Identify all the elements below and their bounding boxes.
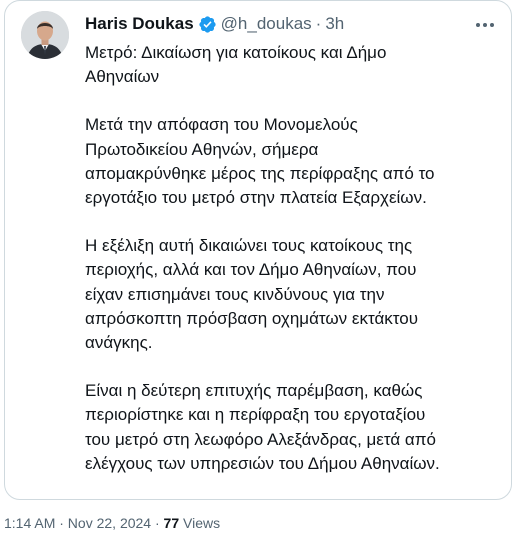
tweet-header: Haris Doukas @h_doukas · 3h — [85, 13, 344, 35]
views-label: Views — [179, 515, 221, 531]
author-name[interactable]: Haris Doukas — [85, 13, 194, 35]
text-line: Αθηναίων — [85, 67, 160, 87]
separator-dot: · — [315, 14, 322, 33]
views-count: 77 — [163, 515, 180, 531]
tweet-paragraph: Μετά την απόφαση του Μονομελούς Πρωτοδικ… — [85, 113, 505, 210]
tweet-card[interactable]: Haris Doukas @h_doukas · 3h Μετρό: Δικαί… — [4, 0, 512, 500]
text-line: περιορίστηκε και η περίφραξη του εργοταξ… — [85, 405, 426, 425]
text-line: Μετρό: Δικαίωση για κατοίκους και Δήμο — [85, 43, 387, 62]
text-line: Πρωτοδικείου Αθηνών, σήμερα — [85, 139, 319, 159]
text-line: εργοτάξιο του μετρό στην πλατεία Εξαρχεί… — [85, 188, 427, 208]
text-line: απομακρύνθηκε μέρος της περίφραξης από τ… — [85, 163, 435, 183]
text-line: ανάγκης. — [85, 333, 153, 353]
tweet-timestamp[interactable]: 1:14 AM · Nov 22, 2024 · — [4, 515, 164, 531]
tweet-footer: 1:14 AM · Nov 22, 2024 · 77 Views — [4, 515, 220, 531]
text-line: Μετά την απόφαση του Μονομελούς — [85, 115, 358, 135]
text-line: Η εξέλιξη αυτή δικαιώνει τους κατοίκους … — [85, 236, 413, 256]
more-options-icon[interactable] — [473, 15, 497, 35]
author-handle[interactable]: @h_doukas — [221, 13, 312, 35]
tweet-paragraph: Η εξέλιξη αυτή δικαιώνει τους κατοίκους … — [85, 234, 505, 355]
text-line: Είναι η δεύτερη επιτυχής παρέμβαση, καθώ… — [85, 381, 423, 401]
tweet-time[interactable]: 3h — [325, 13, 344, 35]
text-line: του μετρό στη λεωφόρο Αλεξάνδρας, μετά α… — [85, 429, 436, 449]
avatar[interactable] — [21, 11, 69, 59]
text-line: περιοχής, αλλά και τον Δήμο Αθηναίων, πο… — [85, 260, 417, 280]
avatar-photo — [21, 11, 69, 59]
text-line: απρόσκοπτη πρόσβαση οχημάτων εκτάκτου — [85, 308, 419, 328]
text-line: ελέγχους των υπηρεσιών του Δήμου Αθηναίω… — [85, 453, 440, 473]
verified-badge-icon[interactable] — [198, 15, 217, 34]
tweet-text: Μετρό: Δικαίωση για κατοίκους και Δήμο Α… — [85, 41, 505, 499]
tweet-paragraph: Είναι η δεύτερη επιτυχής παρέμβαση, καθώ… — [85, 379, 505, 476]
tweet-paragraph: Μετρό: Δικαίωση για κατοίκους και Δήμο Α… — [85, 41, 505, 89]
text-line: είχαν επισημάνει τους κινδύνους για την — [85, 284, 385, 304]
